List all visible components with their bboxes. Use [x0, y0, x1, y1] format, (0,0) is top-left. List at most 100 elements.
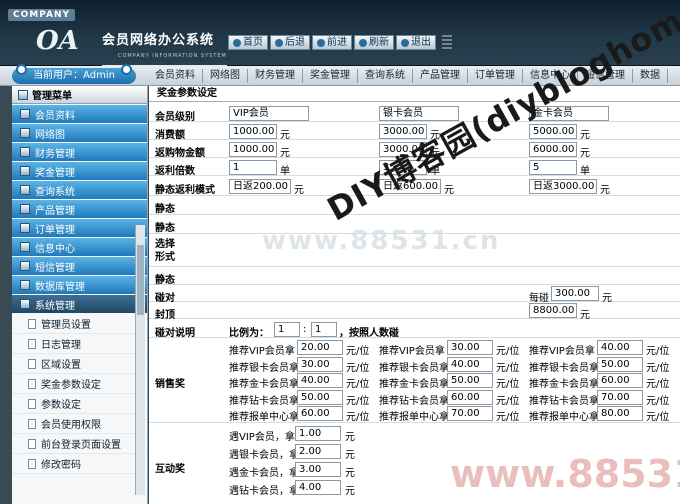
multiple-row: 返利倍数 1单 3单 5单 — [149, 159, 680, 177]
sales-amount-field[interactable]: 40.00 — [597, 340, 643, 355]
sidebar-item-database[interactable]: 数据库管理 — [12, 276, 147, 294]
mutual-amount-field[interactable]: 4.00 — [295, 480, 341, 495]
sidebar-subitem-logs[interactable]: 日志管理 — [12, 334, 147, 354]
consumption-gold-field[interactable]: 5000.00 — [529, 124, 577, 139]
ratio-right-field[interactable]: 1 — [311, 322, 337, 337]
unit-label: 元/位 — [346, 412, 370, 423]
sales-amount-field[interactable]: 50.00 — [447, 373, 493, 388]
document-icon — [28, 398, 36, 409]
sidebar-item-member-info[interactable]: 会员资料 — [12, 105, 147, 123]
tab-products[interactable]: 产品管理 — [413, 69, 468, 83]
sales-amount-field[interactable]: 70.00 — [447, 406, 493, 421]
scrollbar-thumb[interactable] — [137, 245, 144, 315]
static-label: 静态 — [155, 204, 175, 215]
consumption-vip-field[interactable]: 1000.00 — [229, 124, 277, 139]
static-silver-field[interactable]: 日返600.00 — [379, 179, 441, 194]
mutual-amount-field[interactable]: 1.00 — [295, 426, 341, 441]
tab-network[interactable]: 网络图 — [203, 69, 248, 83]
mutual-item-label: 遇银卡会员，拿 — [229, 450, 299, 461]
sidebar-item-sms[interactable]: 短信管理 — [12, 257, 147, 275]
sales-amount-field[interactable]: 80.00 — [597, 406, 643, 421]
sidebar-subitem-params[interactable]: 参数设定 — [12, 394, 147, 414]
silver-level-field[interactable]: 银卡会员 — [379, 106, 459, 121]
sales-amount-field[interactable]: 20.00 — [297, 340, 343, 355]
goods-gold-field[interactable]: 6000.00 — [529, 142, 577, 157]
tab-data[interactable]: 数据 — [633, 69, 668, 83]
sales-amount-field[interactable]: 30.00 — [447, 340, 493, 355]
sidebar-subitem-permissions[interactable]: 会员使用权限 — [12, 414, 147, 434]
subitem-label: 奖金参数设定 — [41, 380, 101, 391]
tab-finance[interactable]: 财务管理 — [248, 69, 303, 83]
unit-label: 元/位 — [646, 379, 670, 390]
sidebar-subitem-login-page[interactable]: 前台登录页面设置 — [12, 434, 147, 454]
sales-item-label: 推荐银卡会员拿 — [229, 362, 299, 374]
sales-amount-field[interactable]: 50.00 — [297, 389, 343, 405]
document-icon — [28, 378, 36, 389]
sidebar-item-messages[interactable]: 信息中心 — [12, 238, 147, 256]
mutual-amount-field[interactable]: 2.00 — [295, 444, 341, 459]
sidebar-subitem-region[interactable]: 区域设置 — [12, 354, 147, 374]
sales-amount-field[interactable]: 40.00 — [297, 373, 343, 388]
sidebar-item-query[interactable]: 查询系统 — [12, 181, 147, 199]
unit-label: 元 — [345, 468, 355, 479]
unit-label: 元/位 — [346, 395, 370, 407]
refresh-label: 刷新 — [369, 37, 389, 48]
tab-bonus[interactable]: 奖金管理 — [303, 69, 358, 83]
tab-query[interactable]: 查询系统 — [358, 69, 413, 83]
sidebar-scrollbar[interactable] — [135, 225, 145, 495]
sidebar-item-label: 会员资料 — [35, 110, 75, 122]
sidebar-subitem-bonus-params[interactable]: 奖金参数设定 — [12, 374, 147, 394]
logout-button[interactable]: 退出 — [396, 35, 436, 50]
unit-label: 元 — [294, 185, 304, 196]
unit-label: 元/位 — [646, 412, 670, 423]
sales-amount-field[interactable]: 40.00 — [447, 356, 493, 372]
mutual-amount-field[interactable]: 3.00 — [295, 462, 341, 477]
sidebar-subitem-password[interactable]: 修改密码 — [12, 454, 147, 474]
sales-amount-field[interactable]: 30.00 — [297, 356, 343, 372]
sales-amount-field[interactable]: 70.00 — [597, 389, 643, 405]
sidebar-item-label: 短信管理 — [35, 262, 75, 274]
unit-label: 元/位 — [496, 412, 520, 423]
sales-item-label: 推荐VIP会员拿 — [529, 346, 595, 357]
multiple-vip-field[interactable]: 1 — [229, 160, 277, 175]
tab-sms[interactable]: 短信管理 — [578, 69, 633, 83]
sales-amount-field[interactable]: 60.00 — [597, 373, 643, 388]
vip-level-field[interactable]: VIP会员 — [229, 106, 309, 121]
sidebar-item-system[interactable]: 系统管理 — [12, 295, 147, 313]
sidebar-item-label: 奖金管理 — [35, 167, 75, 179]
multiple-gold-field[interactable]: 5 — [529, 160, 577, 175]
sidebar-item-finance[interactable]: 财务管理 — [12, 143, 147, 161]
sidebar-item-products[interactable]: 产品管理 — [12, 200, 147, 218]
back-button[interactable]: 后退 — [270, 35, 310, 50]
pair-amount-field[interactable]: 300.00 — [551, 286, 599, 301]
goods-vip-field[interactable]: 1000.00 — [229, 142, 277, 157]
sidebar-item-label: 数据库管理 — [35, 281, 85, 293]
tab-messages[interactable]: 信息中心 — [523, 69, 578, 83]
static-vip-field[interactable]: 日返200.00 — [229, 179, 291, 194]
sales-amount-field[interactable]: 60.00 — [447, 389, 493, 405]
gold-level-field[interactable]: 金卡会员 — [529, 106, 609, 121]
multiple-silver-field[interactable]: 3 — [379, 160, 427, 175]
folder-icon — [20, 166, 30, 176]
unit-label: 元/位 — [346, 379, 370, 390]
cap-amount-field[interactable]: 8800.00 — [529, 303, 577, 318]
sidebar: 管理菜单 会员资料 网络图 财务管理 奖金管理 查询系统 产品管理 订单管理 信… — [12, 86, 148, 504]
pair-text: 每碰 — [529, 293, 549, 304]
sidebar-item-orders[interactable]: 订单管理 — [12, 219, 147, 237]
tab-member-info[interactable]: 会员资料 — [148, 69, 203, 83]
sales-amount-field[interactable]: 60.00 — [297, 406, 343, 421]
refresh-button[interactable]: 刷新 — [354, 35, 394, 50]
sidebar-item-network[interactable]: 网络图 — [12, 124, 147, 142]
consumption-silver-field[interactable]: 3000.00 — [379, 124, 427, 139]
static-gold-field[interactable]: 日返3000.00 — [529, 179, 597, 194]
unit-label: 元/位 — [496, 362, 520, 374]
ratio-left-field[interactable]: 1 — [274, 322, 300, 337]
forward-button[interactable]: 前进 — [312, 35, 352, 50]
sidebar-subitem-admin[interactable]: 管理员设置 — [12, 314, 147, 334]
sidebar-item-bonus[interactable]: 奖金管理 — [12, 162, 147, 180]
home-button[interactable]: 首页 — [228, 35, 268, 50]
goods-silver-field[interactable]: 3000.00 — [379, 142, 427, 157]
sales-amount-field[interactable]: 50.00 — [597, 356, 643, 372]
sidebar-header[interactable]: 管理菜单 — [12, 86, 147, 104]
tab-orders[interactable]: 订单管理 — [468, 69, 523, 83]
